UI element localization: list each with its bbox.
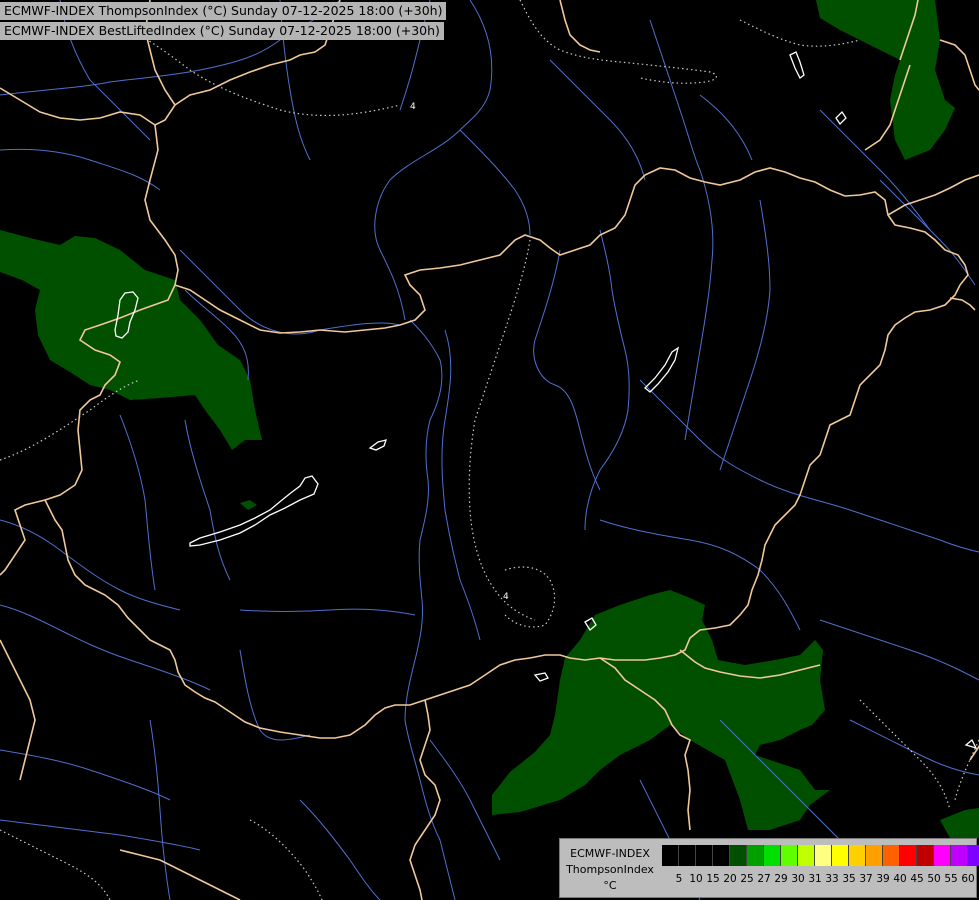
legend-swatch: [883, 845, 900, 866]
legend-tick-label: 29: [774, 873, 788, 885]
legend-swatch: [917, 845, 934, 866]
legend-tick-label: 33: [825, 873, 839, 885]
legend-swatch: [781, 845, 798, 866]
legend-swatch: [900, 845, 917, 866]
legend-source-label: ECMWF-INDEX: [570, 847, 650, 860]
legend-swatch: [951, 845, 968, 866]
legend-tick-label: 45: [910, 873, 924, 885]
legend-unit-label: °C: [603, 879, 617, 892]
map-title-primary: ECMWF-INDEX ThompsonIndex (°C) Sunday 07…: [0, 2, 447, 20]
legend-swatch: [798, 845, 815, 866]
legend-swatch: [815, 845, 832, 866]
legend-tick-label: 5: [675, 873, 683, 885]
map-title-secondary: ECMWF-INDEX BestLiftedIndex (°C) Sunday …: [0, 22, 444, 40]
legend-tick-label: 27: [757, 873, 771, 885]
contour-label: 4: [503, 592, 509, 602]
legend-tick-label: 31: [808, 873, 822, 885]
legend-swatches: [662, 845, 979, 866]
legend-ticks: 5 10 15 20 25 27 29 30 31 33 35 37 39 40 45 50 55 60: [662, 873, 975, 887]
legend-swatch: [747, 845, 764, 866]
color-legend: ECMWF-INDEX ThompsonIndex °C 5 10 15 20 25 27…: [559, 838, 979, 898]
legend-swatch: [968, 845, 979, 866]
legend-swatch: [713, 845, 730, 866]
legend-tick-label: 39: [876, 873, 890, 885]
contour-label: 4: [410, 102, 416, 112]
legend-swatch: [832, 845, 849, 866]
legend-tick-label: 55: [944, 873, 958, 885]
legend-swatch: [849, 845, 866, 866]
legend-swatch: [662, 845, 679, 866]
legend-swatch: [730, 845, 747, 866]
legend-tick-label: 30: [791, 873, 805, 885]
legend-swatch: [696, 845, 713, 866]
weather-map: 4 4: [0, 0, 979, 900]
legend-tick-label: 35: [842, 873, 856, 885]
legend-swatch: [866, 845, 883, 866]
legend-tick-label: 37: [859, 873, 873, 885]
legend-tick-label: 25: [740, 873, 754, 885]
legend-tick-label: 20: [723, 873, 737, 885]
legend-swatch: [764, 845, 781, 866]
legend-variable-label: ThompsonIndex: [566, 863, 654, 876]
legend-swatch: [934, 845, 951, 866]
legend-tick-label: 40: [893, 873, 907, 885]
legend-swatch: [679, 845, 696, 866]
legend-tick-label: 15: [706, 873, 720, 885]
legend-tick-label: 50: [927, 873, 941, 885]
legend-tick-label: 60: [961, 873, 975, 885]
legend-tick-label: 10: [689, 873, 703, 885]
